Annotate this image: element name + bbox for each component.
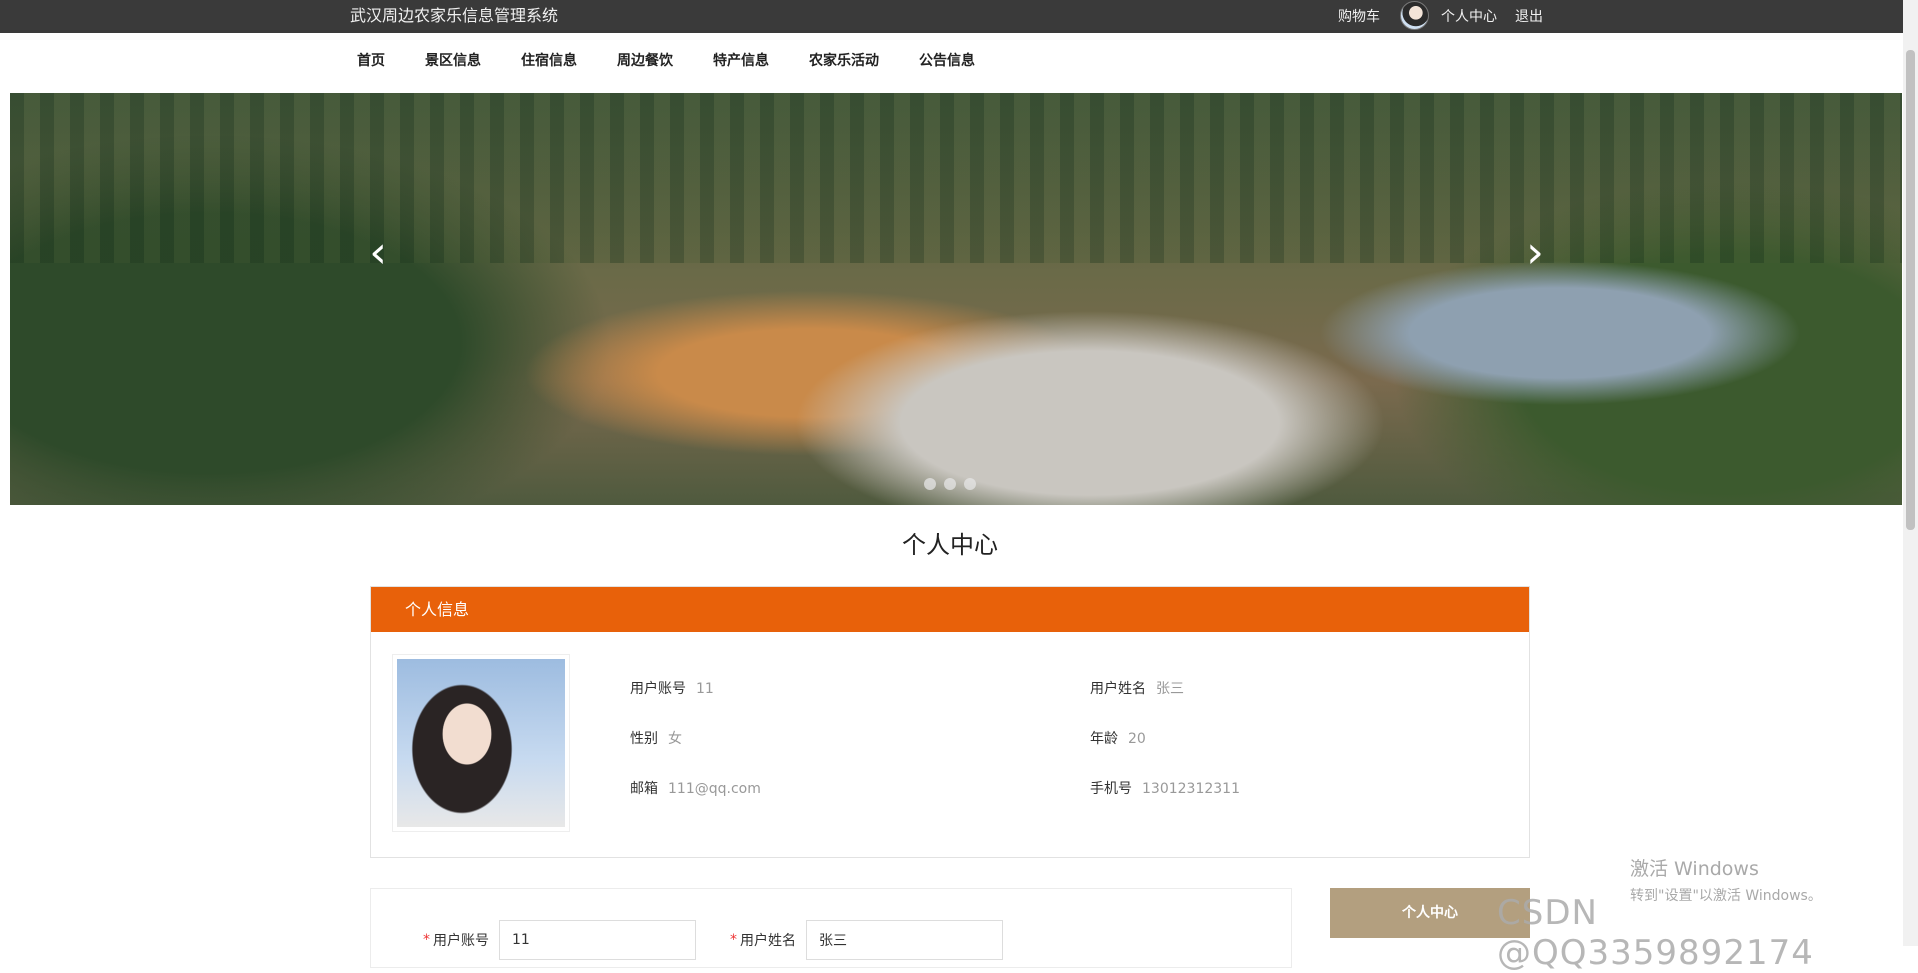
info-age: 年龄 20 (1090, 728, 1146, 748)
main-nav: 首页 景区信息 住宿信息 周边餐饮 特产信息 农家乐活动 公告信息 (0, 33, 1918, 93)
cart-link[interactable]: 购物车 (1338, 6, 1380, 26)
carousel-dot[interactable] (964, 478, 976, 490)
info-age-label: 年龄 (1090, 731, 1118, 747)
profile-info-card: 个人信息 用户账号 11 用户姓名 张三 性别女 年龄 20 邮箱 111@qq.com… (370, 586, 1530, 858)
info-account: 用户账号 11 (630, 678, 714, 698)
info-phone: 手机号 13012312311 (1090, 778, 1240, 798)
top-bar: 武汉周边农家乐信息管理系统 购物车 个人中心 退出 (0, 0, 1918, 33)
profile-photo (392, 654, 570, 832)
carousel-next-arrow-icon[interactable]: › (1510, 228, 1560, 278)
nav-item-scenic[interactable]: 景区信息 (425, 33, 481, 89)
nav-item-notices[interactable]: 公告信息 (919, 33, 975, 89)
nav-item-home[interactable]: 首页 (357, 33, 385, 89)
profile-edit-form: * 用户账号 * 用户姓名 (370, 888, 1292, 968)
scrollbar-thumb[interactable] (1906, 50, 1915, 530)
carousel-indicators (924, 478, 984, 490)
carousel-prev-arrow-icon[interactable]: ‹ (353, 228, 403, 278)
name-field[interactable] (806, 920, 1003, 960)
info-gender-label: 性别 (630, 731, 658, 747)
activation-title: 激活 Windows (1630, 858, 1759, 880)
carousel-dot[interactable] (944, 478, 956, 490)
nav-item-lodging[interactable]: 住宿信息 (521, 33, 577, 89)
info-gender: 性别女 (630, 728, 682, 748)
info-gender-value: 女 (668, 731, 682, 747)
form-row-account: * 用户账号 (423, 920, 696, 960)
info-phone-label: 手机号 (1090, 781, 1132, 797)
account-field[interactable] (499, 920, 696, 960)
info-email-value: 111@qq.com (668, 781, 761, 797)
csdn-watermark: CSDN @QQ3359892174 (1497, 893, 1814, 973)
info-account-value: 11 (696, 681, 714, 697)
info-email-label: 邮箱 (630, 781, 658, 797)
nav-item-dining[interactable]: 周边餐饮 (617, 33, 673, 89)
form-row-name: * 用户姓名 (730, 920, 1003, 960)
profile-photo-image (397, 659, 565, 827)
system-title: 武汉周边农家乐信息管理系统 (350, 6, 559, 25)
personal-center-link[interactable]: 个人中心 (1441, 6, 1497, 26)
info-name-label: 用户姓名 (1090, 681, 1146, 697)
profile-card-header: 个人信息 (371, 587, 1529, 632)
carousel-dot[interactable] (924, 478, 936, 490)
info-email: 邮箱 111@qq.com (630, 778, 761, 798)
user-avatar[interactable] (1400, 1, 1429, 30)
info-name: 用户姓名 张三 (1090, 678, 1184, 698)
account-field-label: 用户账号 (433, 933, 489, 949)
logout-link[interactable]: 退出 (1515, 6, 1543, 26)
nav-item-specialty[interactable]: 特产信息 (713, 33, 769, 89)
page-title: 个人中心 (902, 531, 998, 559)
info-age-value: 20 (1128, 731, 1146, 747)
nav-item-activities[interactable]: 农家乐活动 (809, 33, 879, 89)
banner-carousel: ‹ › (10, 93, 1902, 505)
info-account-label: 用户账号 (630, 681, 686, 697)
name-field-label: 用户姓名 (740, 933, 796, 949)
page-scrollbar[interactable] (1903, 0, 1918, 946)
banner-image (10, 93, 1902, 263)
info-name-value: 张三 (1156, 681, 1184, 697)
top-bar-actions: 购物车 个人中心 退出 (1338, 0, 1543, 31)
info-phone-value: 13012312311 (1142, 781, 1240, 797)
